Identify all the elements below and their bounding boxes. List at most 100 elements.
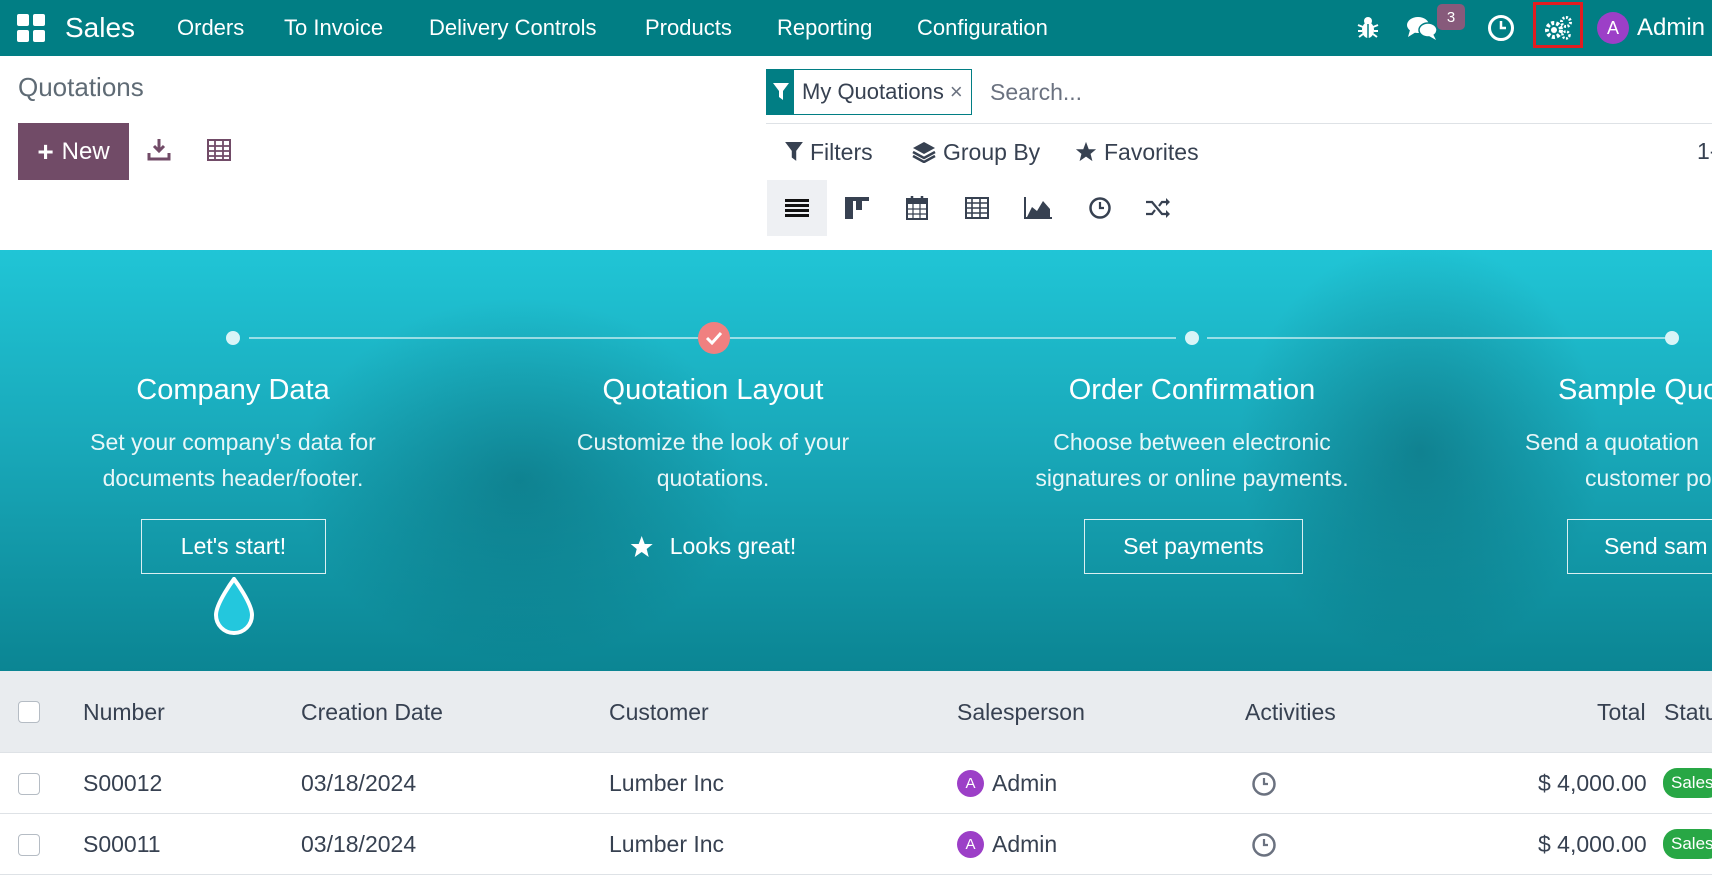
- row-checkbox[interactable]: [18, 753, 40, 814]
- menu-reporting[interactable]: Reporting: [777, 0, 872, 56]
- page-title: Quotations: [18, 72, 144, 102]
- step-2-title: Quotation Layout: [602, 374, 824, 406]
- settings-highlight-box: [1533, 2, 1583, 48]
- step-2-done: Looks great!: [630, 519, 797, 574]
- menu-to-invoice[interactable]: To Invoice: [284, 0, 383, 56]
- messages-badge: 3: [1437, 4, 1465, 30]
- menu-configuration[interactable]: Configuration: [917, 0, 1048, 56]
- kanban-view-icon[interactable]: [827, 180, 887, 236]
- step-1-button[interactable]: Let's start!: [141, 519, 326, 574]
- step-dot-4: [1665, 331, 1679, 345]
- pager-value[interactable]: 1-: [1697, 138, 1712, 165]
- salesperson-name: Admin: [992, 831, 1058, 857]
- pivot-view-icon[interactable]: [947, 180, 1007, 236]
- col-number[interactable]: Number: [83, 671, 165, 753]
- activity-clock-icon[interactable]: [1251, 814, 1277, 875]
- cell-number: S00012: [83, 770, 163, 796]
- groupby-button[interactable]: Group By: [912, 136, 1040, 168]
- cell-salesperson: A Admin: [957, 753, 1057, 814]
- col-status[interactable]: Statu: [1664, 671, 1712, 753]
- list-view-icon[interactable]: [767, 180, 827, 236]
- cell-number: S00011: [83, 831, 161, 857]
- user-name: Admin: [1637, 14, 1706, 41]
- step-2-desc-line1: Customize the look of your: [576, 429, 850, 455]
- droplet-icon: [212, 575, 256, 640]
- step-done-check-icon: [698, 322, 730, 354]
- step-3-button[interactable]: Set payments: [1084, 519, 1303, 574]
- star-icon: [630, 535, 653, 557]
- plus-icon: +: [37, 135, 54, 167]
- row-checkbox[interactable]: [18, 814, 40, 875]
- star-icon: [1075, 141, 1097, 162]
- step-3-desc: Choose between electronic signatures or …: [1035, 424, 1348, 496]
- bug-icon[interactable]: [1356, 0, 1380, 56]
- filters-button[interactable]: Filters: [785, 136, 873, 168]
- cell-salesperson: A Admin: [957, 814, 1057, 875]
- onboarding-panel: Company Data Set your company's data for…: [0, 250, 1712, 671]
- filters-label: Filters: [810, 138, 873, 165]
- col-activities[interactable]: Activities: [1245, 671, 1336, 753]
- cell-creation-date: 03/18/2024: [301, 770, 417, 796]
- step-1-desc: Set your company's data for documents he…: [90, 424, 376, 496]
- step-3-desc-line1: Choose between electronic: [1053, 429, 1331, 455]
- cell-total: $ 4,000.00: [1538, 831, 1647, 857]
- step-2-desc-line2: quotations.: [656, 465, 770, 491]
- step-dot-3: [1185, 331, 1199, 345]
- step-3-title: Order Confirmation: [1068, 374, 1316, 406]
- avatar: A: [957, 770, 984, 797]
- user-avatar: A: [1597, 12, 1629, 44]
- step-dot-1: [226, 331, 240, 345]
- search-panel: My Quotations ×: [766, 69, 1712, 124]
- calendar-view-icon[interactable]: [887, 180, 947, 236]
- cell-customer: Lumber Inc: [609, 831, 725, 857]
- activity-clock-icon[interactable]: [1251, 753, 1277, 814]
- shuffle-view-icon[interactable]: [1128, 180, 1188, 236]
- new-button-label: New: [61, 137, 110, 165]
- step-4-desc-line1: Send a quotation: [1525, 429, 1699, 455]
- table-row[interactable]: S00011 03/18/2024 Lumber Inc A Admin $ 4…: [0, 814, 1712, 875]
- spreadsheet-icon[interactable]: [207, 139, 231, 166]
- select-all-checkbox[interactable]: [18, 671, 40, 753]
- activity-view-icon[interactable]: [1070, 180, 1130, 236]
- menu-products[interactable]: Products: [645, 0, 732, 56]
- top-navbar: Sales Orders To Invoice Delivery Control…: [0, 0, 1712, 56]
- step-4-button[interactable]: Send sam: [1567, 519, 1712, 574]
- user-menu[interactable]: A Admin: [1597, 0, 1705, 56]
- col-salesperson[interactable]: Salesperson: [957, 671, 1085, 753]
- graph-view-icon[interactable]: [1008, 180, 1068, 236]
- cell-creation-date: 03/18/2024: [301, 831, 417, 857]
- chat-icon[interactable]: [1406, 0, 1438, 56]
- funnel-icon: [785, 142, 803, 161]
- step-4-desc: Send a quotation customer po: [1525, 424, 1712, 496]
- step-2-done-label: Looks great!: [669, 533, 797, 559]
- progress-line-2: [1207, 337, 1676, 339]
- step-4-title: Sample Quo: [1558, 374, 1712, 406]
- facet-label: My Quotations: [802, 79, 944, 104]
- avatar: A: [957, 831, 984, 858]
- funnel-icon: [767, 70, 794, 114]
- layers-icon: [912, 142, 936, 163]
- download-icon[interactable]: [147, 137, 171, 166]
- step-1-title: Company Data: [136, 374, 330, 406]
- search-facet[interactable]: My Quotations ×: [766, 69, 972, 115]
- favorites-button[interactable]: Favorites: [1075, 136, 1199, 168]
- step-3-desc-line2: signatures or online payments.: [1035, 465, 1349, 491]
- table-row[interactable]: S00012 03/18/2024 Lumber Inc A Admin $ 4…: [0, 753, 1712, 814]
- clock-icon[interactable]: [1487, 0, 1515, 56]
- menu-orders[interactable]: Orders: [177, 0, 244, 56]
- col-creation-date[interactable]: Creation Date: [301, 671, 443, 753]
- status-badge: Sales: [1663, 829, 1712, 859]
- search-input[interactable]: [984, 74, 1690, 110]
- new-button[interactable]: + New: [18, 123, 129, 180]
- col-customer[interactable]: Customer: [609, 671, 709, 753]
- menu-delivery-controls[interactable]: Delivery Controls: [429, 0, 597, 56]
- col-total[interactable]: Total: [1597, 671, 1646, 753]
- groupby-label: Group By: [943, 138, 1041, 165]
- app-brand[interactable]: Sales: [65, 0, 135, 56]
- step-1-desc-line1: Set your company's data for: [90, 429, 376, 455]
- facet-close-icon[interactable]: ×: [948, 70, 971, 114]
- apps-grid-icon[interactable]: [16, 0, 50, 56]
- status-badge: Sales: [1663, 768, 1712, 798]
- salesperson-name: Admin: [992, 770, 1058, 796]
- cell-total: $ 4,000.00: [1538, 770, 1647, 796]
